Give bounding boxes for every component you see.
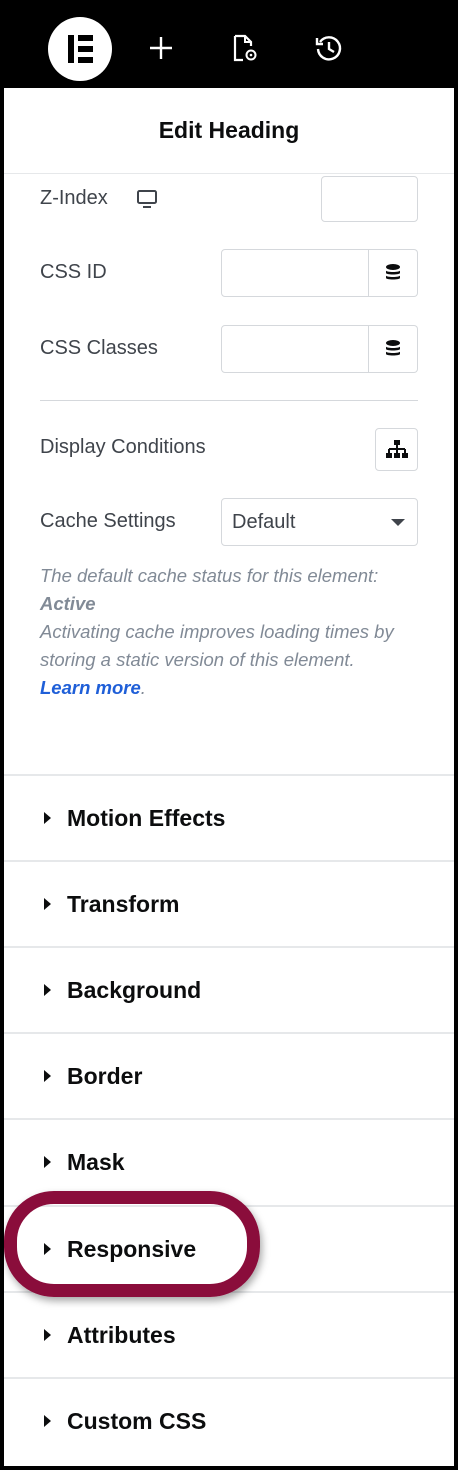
css-id-label: CSS ID (40, 261, 107, 283)
history-icon[interactable] (311, 30, 347, 66)
caret-right-icon (44, 1156, 51, 1168)
caret-right-icon (44, 898, 51, 910)
panel-header: Edit Heading (4, 88, 454, 174)
divider (40, 400, 418, 401)
database-icon (386, 340, 400, 356)
caret-right-icon (44, 984, 51, 996)
section-title: Motion Effects (67, 804, 226, 831)
help-line-1: The default cache status for this elemen… (40, 565, 379, 586)
caret-right-icon (44, 1415, 51, 1427)
chevron-down-icon (391, 518, 405, 526)
z-index-label: Z-Index (40, 187, 108, 209)
section-title: Transform (67, 890, 180, 917)
section-responsive[interactable]: Responsive (4, 1205, 454, 1291)
z-index-input[interactable] (321, 176, 418, 222)
edit-panel: Edit Heading Z-Index CSS ID CSS Classes (4, 88, 454, 1466)
css-classes-label: CSS Classes (40, 337, 158, 359)
top-toolbar (4, 4, 454, 88)
section-background[interactable]: Background (4, 946, 454, 1032)
cache-settings-select[interactable]: Default (221, 498, 418, 546)
section-motion-effects[interactable]: Motion Effects (4, 774, 454, 860)
dynamic-tags-button[interactable] (369, 249, 418, 297)
section-title: Border (67, 1062, 143, 1089)
section-custom-css[interactable]: Custom CSS (4, 1377, 454, 1463)
caret-right-icon (44, 812, 51, 824)
display-conditions-label: Display Conditions (40, 436, 206, 458)
section-title: Attributes (67, 1321, 176, 1348)
help-line-2: Activating cache improves loading times … (40, 621, 394, 670)
cache-settings-label: Cache Settings (40, 510, 176, 532)
css-classes-input[interactable] (221, 325, 369, 373)
elementor-logo-icon[interactable] (48, 17, 112, 81)
section-attributes[interactable]: Attributes (4, 1291, 454, 1377)
cache-settings-value: Default (232, 510, 296, 533)
section-title: Responsive (67, 1235, 197, 1262)
css-id-input[interactable] (221, 249, 369, 297)
section-title: Custom CSS (67, 1407, 207, 1434)
learn-more-link[interactable]: Learn more (40, 677, 141, 698)
help-tail: . (140, 677, 146, 698)
section-title: Background (67, 976, 202, 1003)
section-title: Mask (67, 1148, 125, 1175)
cache-help-text: The default cache status for this elemen… (40, 562, 420, 702)
dynamic-tags-button[interactable] (369, 325, 418, 373)
section-transform[interactable]: Transform (4, 860, 454, 946)
section-mask[interactable]: Mask (4, 1118, 454, 1204)
page-title: Edit Heading (158, 117, 300, 143)
cache-status: Active (40, 593, 96, 614)
database-icon (386, 264, 400, 280)
display-conditions-button[interactable] (375, 428, 418, 471)
caret-right-icon (44, 1329, 51, 1341)
page-settings-icon[interactable] (225, 30, 261, 66)
add-icon[interactable] (143, 30, 179, 66)
sitemap-icon (385, 439, 408, 458)
caret-right-icon (44, 1243, 51, 1255)
window-frame: Edit Heading Z-Index CSS ID CSS Classes (0, 0, 458, 1470)
desktop-icon[interactable] (136, 189, 158, 214)
caret-right-icon (44, 1070, 51, 1082)
section-border[interactable]: Border (4, 1032, 454, 1118)
